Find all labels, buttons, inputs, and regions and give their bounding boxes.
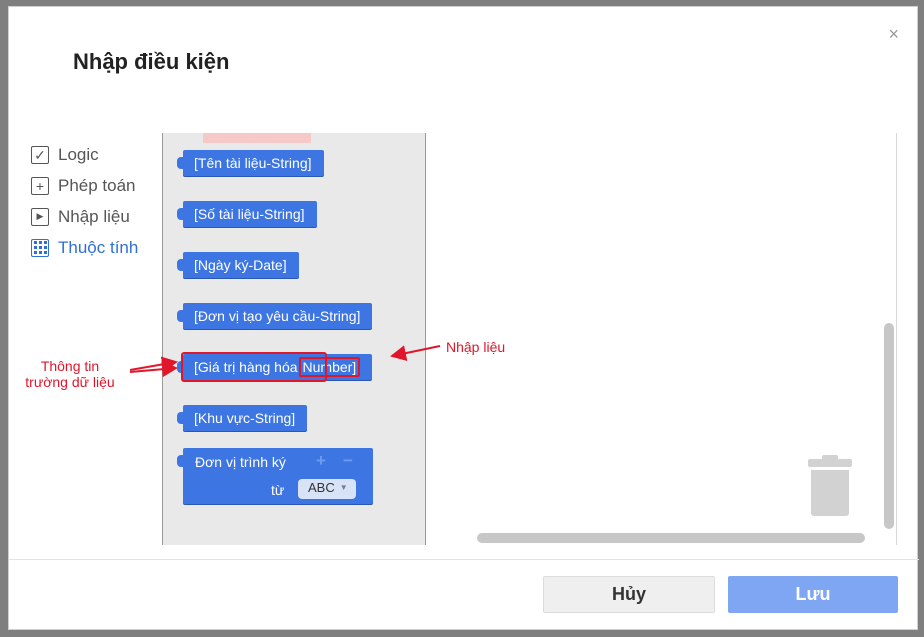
block-label: [Tên tài liệu-String] [194, 155, 312, 171]
category-label: Thuộc tính [58, 237, 139, 257]
block-region[interactable]: [Khu vực-String] [176, 405, 308, 431]
dialog-title: Nhập điều kiện [73, 49, 230, 74]
block-document-number[interactable]: [Số tài liệu-String] [177, 201, 317, 227]
block-goods-value[interactable]: [Giá trị hàng hóa Number] [176, 354, 373, 380]
category-logic[interactable]: ✓ Logic [31, 139, 171, 170]
dropdown-value: ABC [308, 480, 335, 495]
trash-icon[interactable] [807, 455, 853, 517]
close-icon[interactable]: × [888, 25, 899, 43]
block-requesting-unit[interactable]: [Đơn vị tạo yêu cầu-String] [176, 303, 373, 329]
category-label: Logic [58, 144, 99, 164]
cancel-button[interactable]: Hủy [543, 576, 715, 613]
checkbox-icon: ✓ [31, 145, 49, 164]
plus-icon[interactable]: + [316, 451, 326, 471]
block-title: Đơn vị trình ký [195, 454, 286, 470]
block-document-name[interactable]: [Tên tài liệu-String] [177, 150, 324, 176]
save-button[interactable]: Lưu [728, 576, 898, 613]
caret-down-icon: ▼ [339, 483, 348, 492]
block-signing-unit[interactable]: Đơn vị trình ký + − từ ABC ▼ [177, 448, 373, 504]
block-label: [Ngày ký-Date] [194, 257, 287, 273]
block-label: [Khu vực-String] [194, 410, 296, 426]
grid-icon [31, 238, 49, 257]
annotation-input: Nhập liệu [446, 339, 506, 355]
vertical-scrollbar[interactable] [884, 323, 894, 529]
block-label-type: Number] [298, 357, 361, 377]
block-sign-date[interactable]: [Ngày ký-Date] [177, 252, 299, 278]
unit-dropdown[interactable]: ABC ▼ [298, 479, 356, 499]
flyout-highlight [203, 133, 311, 143]
category-label: Phép toán [58, 175, 136, 195]
block-label: [Đơn vị tạo yêu cầu-String] [194, 308, 361, 324]
condition-dialog: Nhập điều kiện × ✓ Logic + Phép toán ▶ N… [8, 6, 919, 630]
from-label: từ [271, 482, 285, 498]
annotation-field-info: Thông tin trường dữ liệu [25, 358, 115, 390]
footer-divider [9, 559, 919, 560]
minus-icon[interactable]: − [343, 451, 353, 471]
category-operations[interactable]: + Phép toán [31, 170, 171, 201]
category-label: Nhập liệu [58, 206, 130, 226]
horizontal-scrollbar[interactable] [477, 533, 865, 543]
block-label-field: [Giá trị hàng hóa [194, 359, 298, 375]
category-attributes[interactable]: Thuộc tính [31, 232, 171, 263]
play-box-icon: ▶ [31, 207, 49, 226]
category-input[interactable]: ▶ Nhập liệu [31, 201, 171, 232]
category-list: ✓ Logic + Phép toán ▶ Nhập liệu Thuộc tí… [31, 139, 171, 263]
block-flyout: [Tên tài liệu-String] [Số tài liệu-Strin… [162, 133, 426, 545]
block-label: [Số tài liệu-String] [194, 206, 305, 222]
plus-box-icon: + [31, 176, 49, 195]
